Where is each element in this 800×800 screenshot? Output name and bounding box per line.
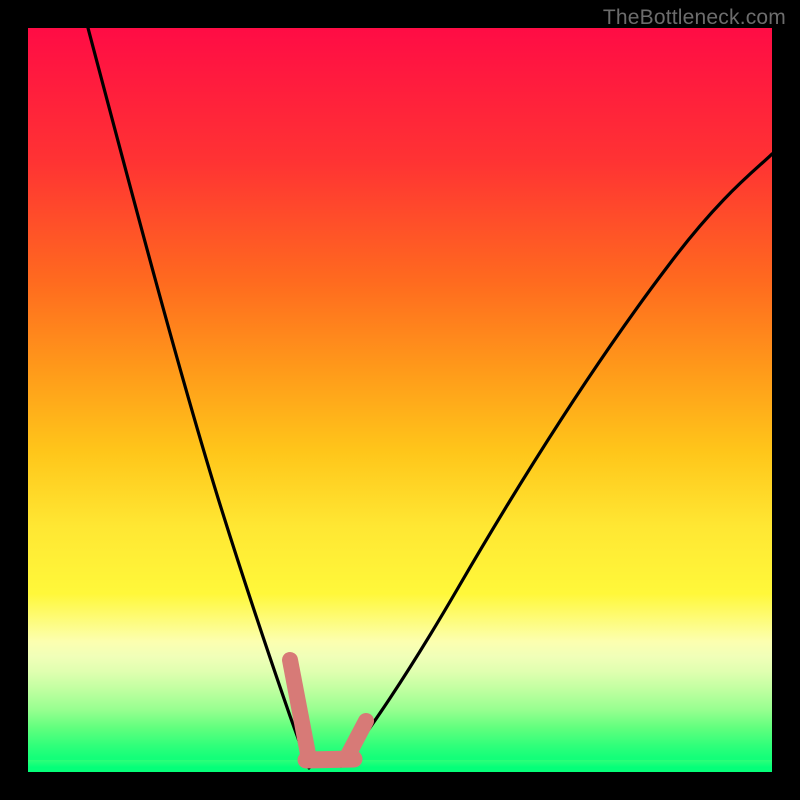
right-curve	[341, 154, 772, 766]
watermark-text: TheBottleneck.com	[603, 6, 786, 30]
highlight-right-segment	[346, 721, 366, 759]
chart-plot-area	[28, 28, 772, 772]
left-curve	[88, 28, 309, 768]
chart-frame: TheBottleneck.com	[0, 0, 800, 800]
chart-curves	[28, 28, 772, 772]
highlight-left-segment	[290, 660, 308, 754]
